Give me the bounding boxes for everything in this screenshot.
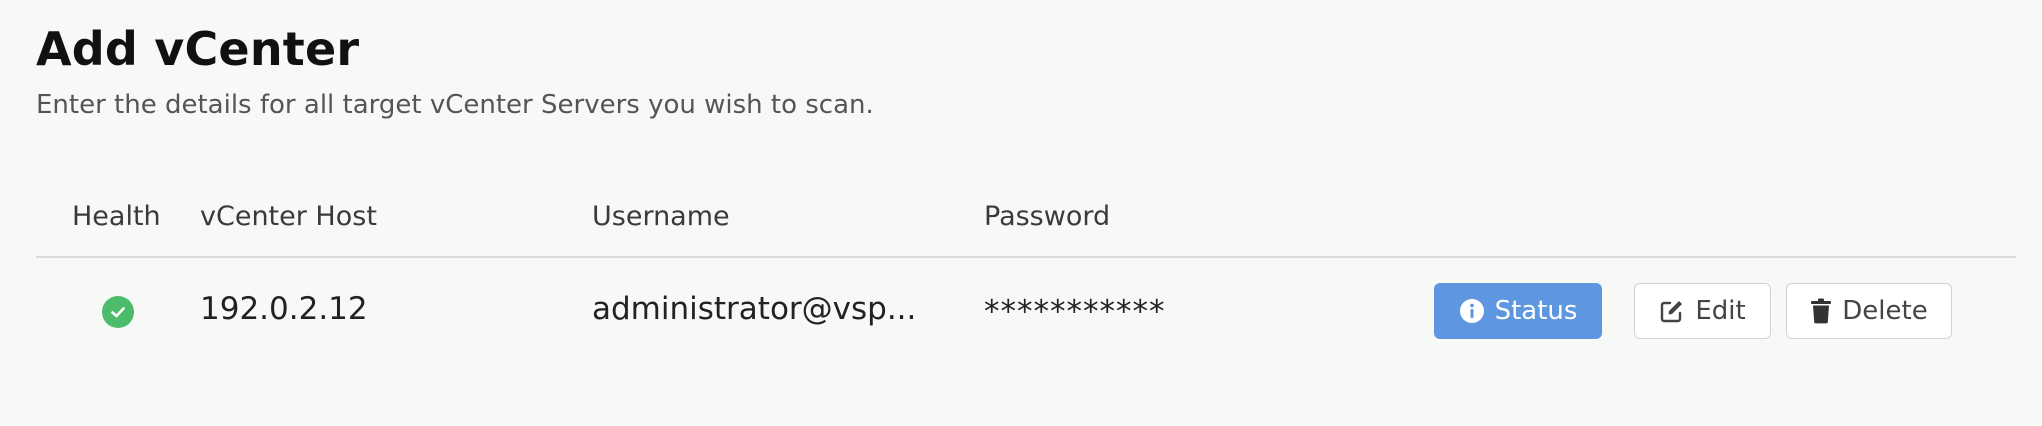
edit-button[interactable]: Edit — [1634, 283, 1771, 339]
username-value: administrator@vsp... — [592, 291, 917, 327]
vcenter-host-value: 192.0.2.12 — [200, 291, 368, 327]
trash-icon — [1810, 298, 1832, 324]
column-header-health: Health — [72, 201, 161, 232]
page-title: Add vCenter — [36, 22, 360, 76]
edit-icon — [1659, 298, 1685, 324]
info-circle-icon — [1459, 298, 1485, 324]
check-circle-icon — [102, 296, 134, 328]
status-button-label: Status — [1494, 296, 1578, 326]
edit-button-label: Edit — [1695, 296, 1746, 326]
table-header-divider — [36, 256, 2016, 258]
delete-button[interactable]: Delete — [1786, 283, 1952, 339]
column-header-password: Password — [984, 201, 1111, 232]
password-value: *********** — [984, 294, 1166, 330]
column-header-vcenter-host: vCenter Host — [200, 201, 377, 232]
status-button[interactable]: Status — [1434, 283, 1602, 339]
column-header-username: Username — [592, 201, 730, 232]
delete-button-label: Delete — [1842, 296, 1928, 326]
add-vcenter-page: Add vCenter Enter the details for all ta… — [0, 0, 2042, 426]
page-subtitle: Enter the details for all target vCenter… — [36, 90, 874, 120]
